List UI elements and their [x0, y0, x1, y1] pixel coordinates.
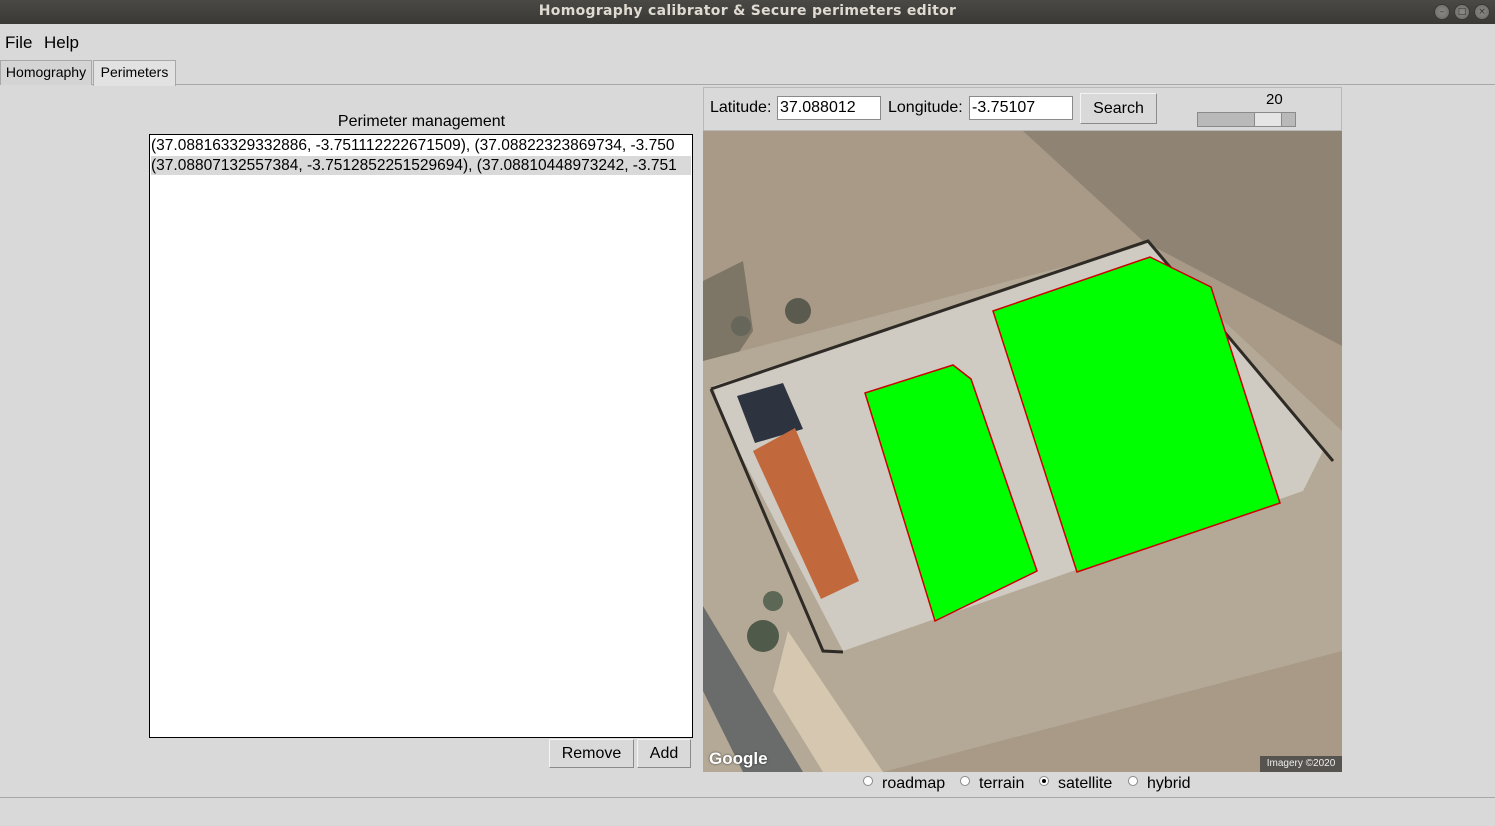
perimeter-list-item[interactable]: (37.088163329332886, -3.751112222671509)…: [151, 136, 674, 155]
zoom-slider-thumb[interactable]: [1253, 112, 1282, 127]
minimize-icon[interactable]: –: [1434, 4, 1450, 20]
zoom-value: 20: [1266, 91, 1283, 108]
menu-bar: [0, 24, 1495, 58]
satellite-image: [703, 131, 1342, 772]
tab-homography[interactable]: Homography: [0, 60, 92, 85]
tab-perimeters[interactable]: Perimeters: [93, 60, 176, 86]
latitude-label: Latitude:: [710, 99, 772, 116]
radio-terrain-label[interactable]: terrain: [979, 775, 1024, 793]
perimeter-list-item-selected[interactable]: (37.08807132557384, -3.7512852251529694)…: [151, 156, 691, 175]
shrub: [785, 298, 811, 324]
close-icon[interactable]: ×: [1474, 4, 1490, 20]
radio-selected-dot: [1042, 779, 1046, 783]
radio-roadmap-label[interactable]: roadmap: [882, 775, 945, 793]
perimeter-list[interactable]: (37.088163329332886, -3.751112222671509)…: [149, 134, 693, 738]
latitude-input[interactable]: 37.088012: [777, 96, 881, 120]
radio-terrain[interactable]: [960, 776, 970, 786]
window-title: Homography calibrator & Secure perimeter…: [538, 3, 957, 19]
radio-hybrid-label[interactable]: hybrid: [1147, 775, 1191, 793]
shrub: [731, 316, 751, 336]
radio-roadmap[interactable]: [863, 776, 873, 786]
tab-strip-divider: [0, 84, 1495, 85]
imagery-attribution: Imagery ©2020: [1260, 756, 1342, 772]
menu-file[interactable]: File: [5, 33, 32, 53]
radio-satellite-label[interactable]: satellite: [1058, 775, 1112, 793]
tree: [747, 620, 779, 652]
satellite-map[interactable]: Google Imagery ©2020: [703, 131, 1342, 772]
longitude-input[interactable]: -3.75107: [969, 96, 1073, 120]
radio-hybrid[interactable]: [1128, 776, 1138, 786]
tree: [763, 591, 783, 611]
perimeter-panel-title: Perimeter management: [337, 113, 506, 130]
status-bar-divider: [0, 797, 1495, 798]
google-logo: Google: [709, 749, 768, 768]
search-button[interactable]: Search: [1080, 93, 1157, 124]
longitude-label: Longitude:: [888, 99, 963, 116]
menu-help[interactable]: Help: [44, 33, 79, 53]
maximize-icon[interactable]: □: [1454, 4, 1470, 20]
radio-satellite[interactable]: [1039, 776, 1049, 786]
add-button[interactable]: Add: [637, 739, 691, 768]
remove-button[interactable]: Remove: [549, 739, 634, 768]
